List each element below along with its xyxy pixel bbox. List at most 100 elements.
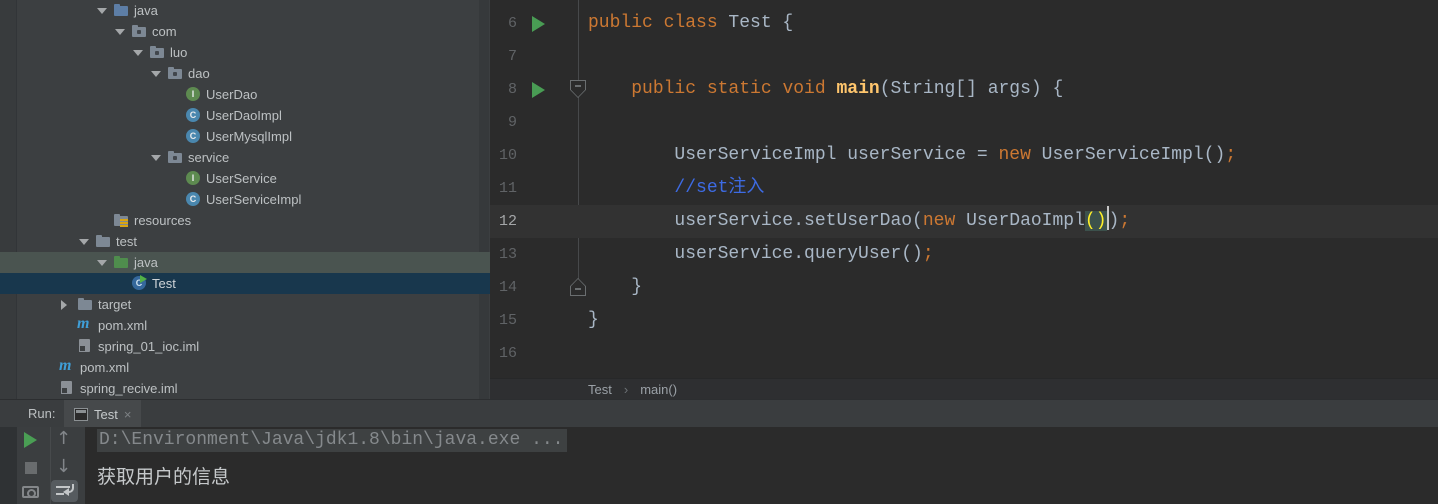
tree-row-spring-01-ioc-iml[interactable]: spring_01_ioc.iml xyxy=(0,336,490,357)
tree-item-label: java xyxy=(134,255,158,270)
breadcrumb-class[interactable]: Test xyxy=(588,379,612,400)
tree-row-userdao[interactable]: I UserDao xyxy=(0,84,490,105)
line-number-13: 13 xyxy=(498,246,517,263)
tree-row-test[interactable]: test xyxy=(0,231,490,252)
tree-row-spring-recive-iml[interactable]: spring_recive.iml xyxy=(0,378,490,399)
chevron-down-icon[interactable] xyxy=(151,155,161,161)
chevron-down-icon[interactable] xyxy=(97,8,107,14)
fold-guide-line xyxy=(578,0,579,281)
tree-item-label: luo xyxy=(170,45,188,60)
folder-icon xyxy=(78,298,93,311)
package-icon xyxy=(168,67,183,80)
project-tree: java com luo dao I UserDao C UserDaoImpl C UserMy… xyxy=(0,0,490,399)
line-number-11: 11 xyxy=(498,180,517,197)
chevron-right-icon[interactable] xyxy=(61,300,67,310)
line-number-15: 15 xyxy=(498,312,517,329)
tab-close-icon[interactable]: × xyxy=(124,407,132,422)
code-line-13[interactable]: userService.queryUser(); xyxy=(588,238,933,271)
iml-icon xyxy=(60,381,75,395)
line-number-10: 10 xyxy=(498,147,517,164)
code-line-8[interactable]: public static void main(String[] args) { xyxy=(588,73,1063,106)
tree-item-label: target xyxy=(98,297,132,312)
chevron-down-icon[interactable] xyxy=(151,71,161,77)
run-tab-title: Test xyxy=(94,406,118,422)
tree-item-label: pom.xml xyxy=(80,360,130,375)
line-number-9: 9 xyxy=(507,114,517,131)
tree-row-dao[interactable]: dao xyxy=(0,63,490,84)
console-command-line[interactable]: D:\Environment\Java\jdk1.8\bin\java.exe … xyxy=(97,429,568,452)
tree-item-label: UserServiceImpl xyxy=(206,192,302,207)
folder-source-icon xyxy=(114,4,129,17)
run-gutter-icon-line-8[interactable] xyxy=(532,82,545,98)
rerun-button[interactable] xyxy=(24,432,37,448)
chevron-down-icon[interactable] xyxy=(79,239,89,245)
tree-item-label: spring_01_ioc.iml xyxy=(98,339,200,354)
breadcrumb-method[interactable]: main() xyxy=(640,379,677,400)
up-stack-trace-button[interactable]: ↑ xyxy=(56,428,71,449)
interface-icon: I xyxy=(186,171,201,185)
folder-icon xyxy=(96,235,111,248)
tree-item-label: test xyxy=(116,234,137,249)
line-number-14: 14 xyxy=(498,279,517,296)
tree-item-label: spring_recive.iml xyxy=(80,381,178,396)
code-line-11[interactable]: //set注入 xyxy=(588,172,764,205)
package-icon xyxy=(132,25,147,38)
class-run-icon: C xyxy=(132,275,147,290)
maven-icon: m xyxy=(59,357,72,374)
tree-row-com[interactable]: com xyxy=(0,21,490,42)
tree-row-test[interactable]: C Test xyxy=(0,273,490,294)
down-stack-trace-button[interactable]: ↓ xyxy=(56,456,71,477)
soft-wrap-toggle[interactable] xyxy=(51,480,78,502)
interface-icon: I xyxy=(186,87,201,101)
tree-item-label: java xyxy=(134,3,158,18)
console-icon xyxy=(74,407,88,421)
maven-icon: m xyxy=(77,315,90,332)
chevron-down-icon[interactable] xyxy=(133,50,143,56)
code-line-15[interactable]: } xyxy=(588,304,599,337)
package-icon xyxy=(168,151,183,164)
ide-window: java com luo dao I UserDao C UserDaoImpl C UserMy… xyxy=(0,0,1438,504)
code-line-12[interactable]: userService.setUserDao(new UserDaoImpl()… xyxy=(588,205,1130,238)
code-line-14[interactable]: } xyxy=(588,271,642,304)
tree-row-userservice[interactable]: I UserService xyxy=(0,168,490,189)
tree-row-service[interactable]: service xyxy=(0,147,490,168)
dump-threads-icon[interactable] xyxy=(22,486,39,498)
tree-row-java[interactable]: java xyxy=(0,252,490,273)
chevron-down-icon[interactable] xyxy=(97,260,107,266)
tree-row-pom-xml[interactable]: m pom.xml xyxy=(0,357,490,378)
tree-item-label: Test xyxy=(152,276,176,291)
tree-row-usermysqlimpl[interactable]: C UserMysqlImpl xyxy=(0,126,490,147)
code-line-10[interactable]: UserServiceImpl userService = new UserSe… xyxy=(588,139,1236,172)
run-tab-test[interactable]: Test × xyxy=(64,400,142,428)
tree-row-userserviceimpl[interactable]: C UserServiceImpl xyxy=(0,189,490,210)
project-tool-window: java com luo dao I UserDao C UserDaoImpl C UserMy… xyxy=(0,0,490,399)
tree-row-resources[interactable]: resources xyxy=(0,210,490,231)
stop-button[interactable] xyxy=(25,462,37,474)
tree-row-userdaoimpl[interactable]: C UserDaoImpl xyxy=(0,105,490,126)
tree-item-label: com xyxy=(152,24,177,39)
folder-test-icon xyxy=(114,256,129,269)
console-edge-strip xyxy=(0,427,17,504)
tree-item-label: UserService xyxy=(206,171,277,186)
fold-end-icon[interactable] xyxy=(570,278,586,296)
breadcrumb-separator-icon: › xyxy=(623,382,629,397)
code-editor[interactable]: 6 public class Test { 7 8 public static voi… xyxy=(490,0,1438,378)
tree-row-pom-xml[interactable]: m pom.xml xyxy=(0,315,490,336)
tree-item-label: resources xyxy=(134,213,192,228)
run-tool-window-header: Run: Test × xyxy=(0,399,1438,428)
line-number-7: 7 xyxy=(507,48,517,65)
chevron-down-icon[interactable] xyxy=(115,29,125,35)
tree-item-label: UserDao xyxy=(206,87,258,102)
line-number-6: 6 xyxy=(507,15,517,32)
tree-row-java[interactable]: java xyxy=(0,0,490,21)
tree-row-luo[interactable]: luo xyxy=(0,42,490,63)
tree-row-target[interactable]: target xyxy=(0,294,490,315)
folder-resources-icon xyxy=(114,214,129,227)
tree-item-label: UserDaoImpl xyxy=(206,108,282,123)
console-output-line: 获取用户的信息 xyxy=(97,467,231,489)
line-number-8: 8 xyxy=(507,81,517,98)
fold-start-icon[interactable] xyxy=(570,80,586,98)
package-icon xyxy=(150,46,165,59)
code-line-6[interactable]: public class Test { xyxy=(588,7,793,40)
run-gutter-icon-line-6[interactable] xyxy=(532,16,545,32)
